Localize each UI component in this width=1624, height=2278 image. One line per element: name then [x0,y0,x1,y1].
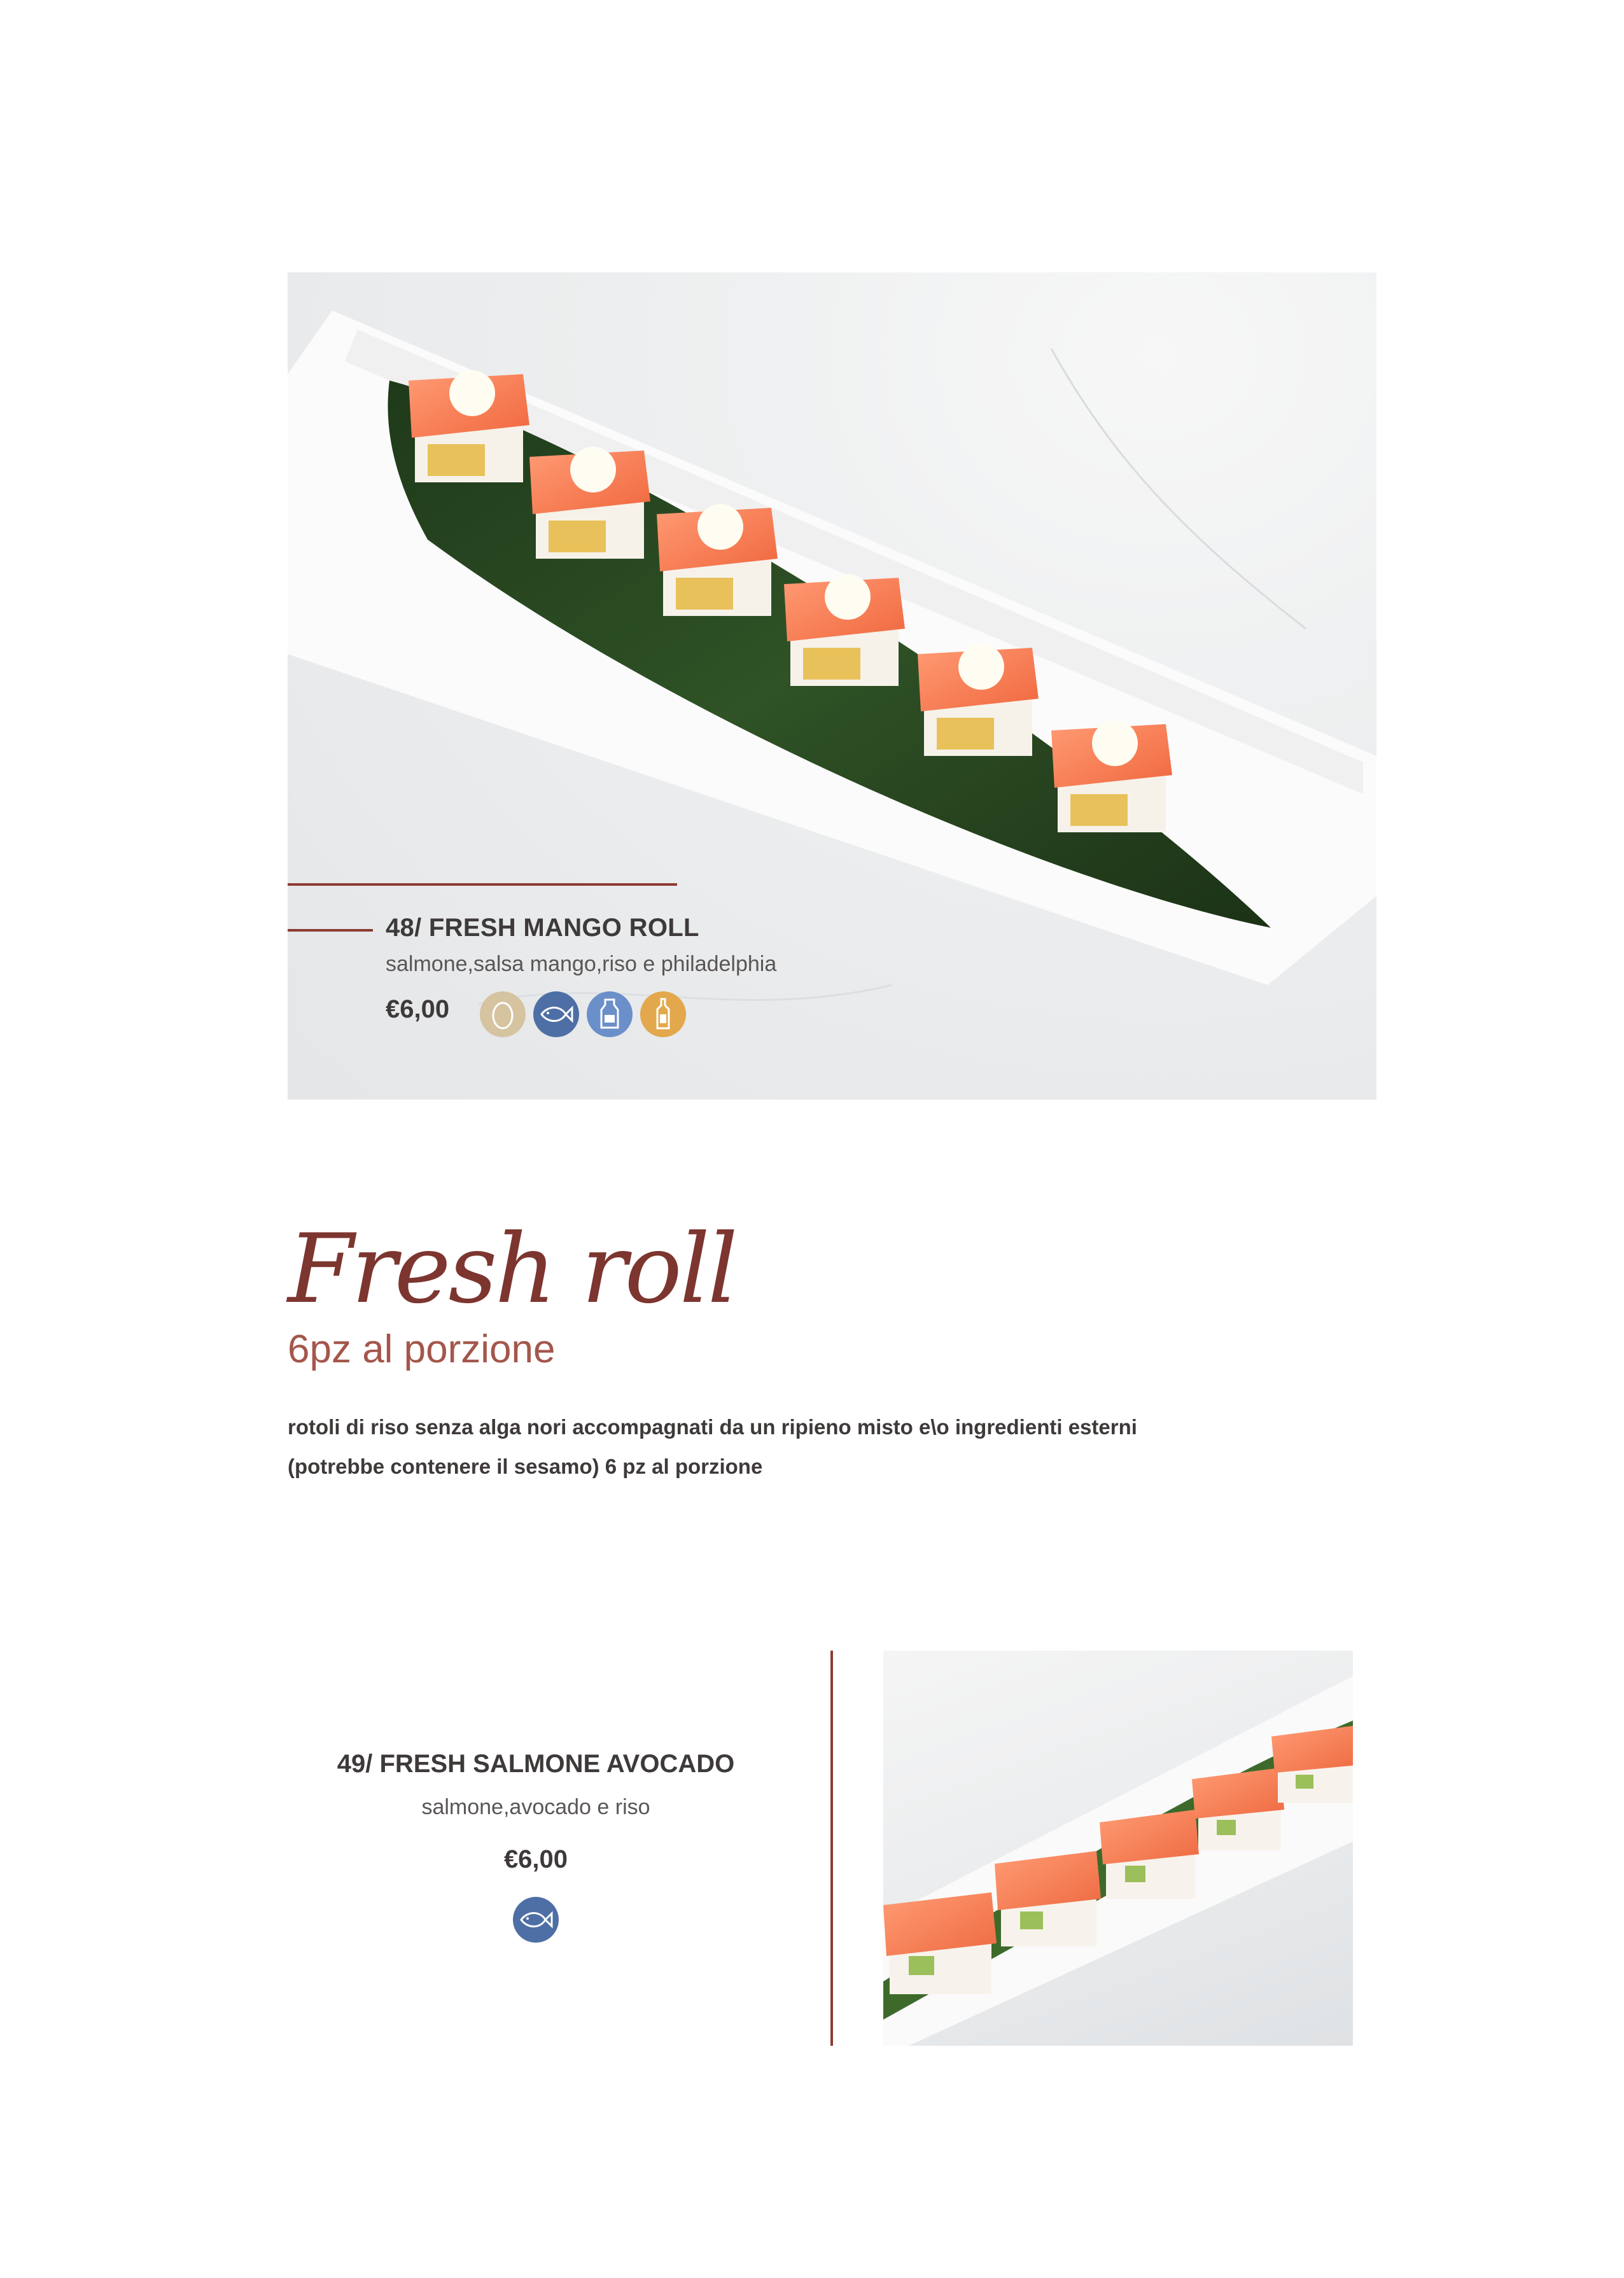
section-subtitle: 6pz al porzione [288,1327,556,1371]
item-description: salmone,salsa mango,riso e philadelphia [386,952,777,976]
item-title: 49/ FRESH SALMONE AVOCADO [337,1750,735,1778]
section-description-line1: rotoli di riso senza alga nori accompagn… [288,1415,1137,1439]
hero-photo-section: 48/ FRESH MANGO ROLL salmone,salsa mango… [288,272,1376,1100]
item-price: €6,00 [503,1845,568,1873]
allergen-icons [288,1897,784,1943]
item-title: 48/ FRESH MANGO ROLL [386,914,699,942]
section-description-line2: (potrebbe contenere il sesamo) 6 pz al p… [288,1455,763,1478]
sauce-bottle-icon [640,991,686,1037]
milk-icon [587,991,633,1037]
salmon-avocado-roll-photo [883,1651,1353,2046]
accent-rule-short [288,929,373,932]
menu-item-49: 49/ FRESH SALMONE AVOCADO salmone,avocad… [288,1750,784,1943]
item-description: salmone,avocado e riso [421,1795,650,1819]
accent-rule-long [288,883,677,886]
vertical-divider [830,1651,833,2046]
section-title: Fresh roll [288,1214,738,1325]
section-description: rotoli di riso senza alga nori accompagn… [288,1408,1210,1486]
egg-icon [480,991,526,1037]
allergen-icons [480,991,686,1037]
item-price: €6,00 [386,995,450,1023]
fish-icon [533,991,579,1037]
fish-icon [513,1897,559,1943]
